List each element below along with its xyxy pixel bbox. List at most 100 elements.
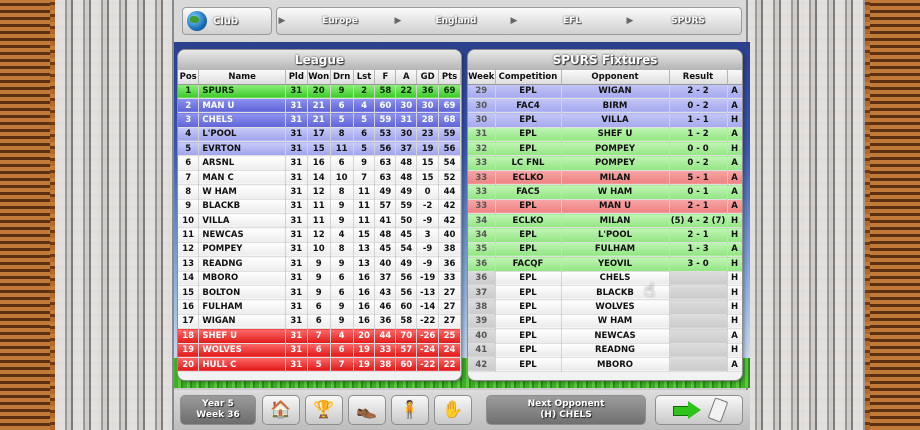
arrow-right-icon bbox=[673, 401, 701, 419]
boot-button[interactable]: 👞 bbox=[348, 395, 386, 425]
crumb-efl[interactable]: EFL bbox=[519, 16, 625, 26]
fixture-row[interactable]: 32 EPL POMPEY 0 - 0H bbox=[468, 141, 742, 157]
fixtures-col-header[interactable]: Opponent bbox=[561, 70, 670, 85]
fixture-row[interactable]: 33 LC FNL POMPEY 0 - 2A bbox=[468, 155, 742, 171]
league-cell: 31 bbox=[285, 112, 308, 128]
league-row[interactable]: 3 CHELS 31 21 5 5 59 31 28 68 bbox=[178, 112, 461, 128]
league-cell: 16 bbox=[353, 271, 376, 286]
league-cell: 6 bbox=[353, 127, 376, 143]
crumb-europe[interactable]: Europe bbox=[287, 16, 393, 26]
fixture-week: 35 bbox=[468, 242, 496, 258]
league-cell: -13 bbox=[416, 285, 440, 301]
fixture-row[interactable]: 33 EPL MAN U2 - 1A bbox=[468, 199, 742, 215]
league-col-header[interactable]: Won bbox=[307, 70, 331, 85]
league-col-header[interactable]: GD bbox=[416, 70, 440, 85]
league-col-header[interactable]: Lst bbox=[353, 70, 376, 85]
hand-button[interactable]: ✋ bbox=[434, 395, 472, 425]
league-row[interactable]: 18 SHEF U 31 7 4 20 44 70 -26 25 bbox=[178, 328, 461, 344]
league-cell: 59 bbox=[395, 199, 418, 215]
home-button[interactable]: 🏠 bbox=[262, 395, 300, 425]
league-cell: 9 bbox=[330, 84, 354, 99]
league-cell: 63 bbox=[374, 155, 397, 171]
league-row[interactable]: 13 READNG 31 9 9 13 40 49 -9 36 bbox=[178, 256, 461, 272]
fixture-row[interactable]: 33 FAC5 W HAM 0 - 1A bbox=[468, 184, 742, 200]
fixtures-col-header[interactable] bbox=[727, 70, 742, 85]
fixtures-col-header[interactable]: Week bbox=[468, 70, 496, 85]
fixture-row[interactable]: 37 EPL BLACKB H bbox=[468, 285, 742, 301]
league-col-header[interactable]: Drn bbox=[330, 70, 354, 85]
fixture-competition: EPL bbox=[495, 199, 562, 215]
fixture-competition: FAC5 bbox=[495, 184, 562, 200]
fixture-week: 34 bbox=[468, 213, 496, 229]
fixture-opponent: YEOVIL bbox=[561, 256, 670, 272]
league-cell: 20 bbox=[307, 84, 331, 99]
league-col-header[interactable]: Pos bbox=[178, 70, 200, 85]
fixture-row[interactable]: 31 EPL SHEF U1 - 2A bbox=[468, 127, 742, 143]
league-row[interactable]: 12 POMPEY 31 10 8 13 45 54 -9 38 bbox=[178, 242, 461, 258]
fixture-row[interactable]: 34 EPL L'POOL 2 - 1H bbox=[468, 227, 742, 243]
fixture-row[interactable]: 35 EPL FULHAM 1 - 3A bbox=[468, 242, 742, 258]
fixture-venue: A bbox=[727, 357, 742, 373]
league-row[interactable]: 5 EVRTON 31 15 11 5 56 37 19 56 bbox=[178, 141, 461, 157]
league-cell: 9 bbox=[330, 314, 354, 330]
crumb-team[interactable]: SPURS bbox=[635, 16, 741, 26]
fixture-week: 36 bbox=[468, 271, 496, 286]
league-row[interactable]: 17 WIGAN 31 6 9 16 36 58 -22 27 bbox=[178, 314, 461, 330]
club-nav-button[interactable]: Club bbox=[182, 7, 272, 35]
league-cell: 9 bbox=[353, 155, 376, 171]
fixture-opponent: BIRM bbox=[561, 98, 670, 114]
date-display[interactable]: Year 5 Week 36 bbox=[180, 395, 256, 425]
league-col-header[interactable]: Pld bbox=[285, 70, 308, 85]
league-row[interactable]: 11 NEWCAS 31 12 4 15 48 45 3 40 bbox=[178, 227, 461, 243]
league-cell: 31 bbox=[285, 213, 308, 229]
league-row[interactable]: 16 FULHAM 31 6 9 16 46 60 -14 27 bbox=[178, 299, 461, 315]
league-cell: 17 bbox=[307, 127, 331, 143]
league-row[interactable]: 9 BLACKB 31 11 9 11 57 59 -2 42 bbox=[178, 199, 461, 215]
fixture-week: 39 bbox=[468, 314, 496, 330]
trophy-button[interactable]: 🏆 bbox=[305, 395, 343, 425]
fixture-row[interactable]: 41 EPL READNG H bbox=[468, 343, 742, 358]
team-name: W HAM bbox=[198, 184, 286, 200]
fixture-row[interactable]: 36 EPL CHELS H bbox=[468, 271, 742, 286]
fixture-row[interactable]: 36 FACQF YEOVIL 3 - 0H bbox=[468, 256, 742, 272]
league-cell: 63 bbox=[374, 170, 397, 186]
fixture-row[interactable]: 39 EPL W HAM H bbox=[468, 314, 742, 330]
league-row[interactable]: 10 VILLA 31 11 9 11 41 50 -9 42 bbox=[178, 213, 461, 229]
fixture-row[interactable]: 33 ECLKO MILAN 5 - 1A bbox=[468, 170, 742, 186]
league-cell: 38 bbox=[438, 242, 461, 258]
fixtures-col-header[interactable]: Result bbox=[669, 70, 728, 85]
fixture-venue: H bbox=[727, 285, 742, 301]
fixture-row[interactable]: 40 EPL NEWCAS A bbox=[468, 328, 742, 344]
fixture-row[interactable]: 42 EPL MBORO A bbox=[468, 357, 742, 373]
league-col-header[interactable]: F bbox=[374, 70, 397, 85]
league-row[interactable]: 19 WOLVES 31 6 6 19 33 57 -24 24 bbox=[178, 343, 461, 358]
fixture-row[interactable]: 30 FAC4 BIRM 0 - 2A bbox=[468, 98, 742, 114]
fixture-row[interactable]: 34 ECLKO MILAN (5) 4 - 2 (7) H bbox=[468, 213, 742, 229]
league-row[interactable]: 4 L'POOL 31 17 8 6 53 30 23 59 bbox=[178, 127, 461, 143]
league-row[interactable]: 6 ARSNL 31 16 6 9 63 48 15 54 bbox=[178, 155, 461, 171]
fixtures-col-header[interactable]: Competition bbox=[495, 70, 562, 85]
league-cell: 15 bbox=[416, 170, 440, 186]
fixture-row[interactable]: 29 EPL WIGAN 2 - 2A bbox=[468, 84, 742, 99]
league-cell: 31 bbox=[285, 314, 308, 330]
continue-button[interactable] bbox=[655, 395, 743, 425]
league-col-header[interactable]: Name bbox=[198, 70, 286, 85]
league-row[interactable]: 1 SPURS 31 20 9 2 58 22 36 69 bbox=[178, 84, 461, 99]
league-col-header[interactable]: A bbox=[395, 70, 418, 85]
league-cell: 45 bbox=[395, 227, 418, 243]
player-button[interactable]: 🧍 bbox=[391, 395, 429, 425]
league-col-header[interactable]: Pts bbox=[438, 70, 461, 85]
crumb-england[interactable]: England bbox=[403, 16, 509, 26]
fixture-venue: H bbox=[727, 271, 742, 286]
league-cell: 24 bbox=[438, 343, 461, 358]
next-opponent-display[interactable]: Next Opponent (H) CHELS bbox=[486, 395, 646, 425]
league-row[interactable]: 7 MAN C 31 14 10 7 63 48 15 52 bbox=[178, 170, 461, 186]
league-row[interactable]: 14 MBORO 31 9 6 16 37 56 -19 33 bbox=[178, 271, 461, 286]
league-row[interactable]: 20 HULL C 31 5 7 19 38 60 -22 22 bbox=[178, 357, 461, 373]
fixture-competition: EPL bbox=[495, 227, 562, 243]
league-row[interactable]: 2 MAN U 31 21 6 4 60 30 30 69 bbox=[178, 98, 461, 114]
fixture-row[interactable]: 30 EPL VILLA 1 - 1H bbox=[468, 112, 742, 128]
league-row[interactable]: 15 BOLTON 31 9 6 16 43 56 -13 27 bbox=[178, 285, 461, 301]
league-row[interactable]: 8W HAM 31 12 8 11 49 49 0 44 bbox=[178, 184, 461, 200]
fixture-row[interactable]: 38 EPL WOLVES H bbox=[468, 299, 742, 315]
